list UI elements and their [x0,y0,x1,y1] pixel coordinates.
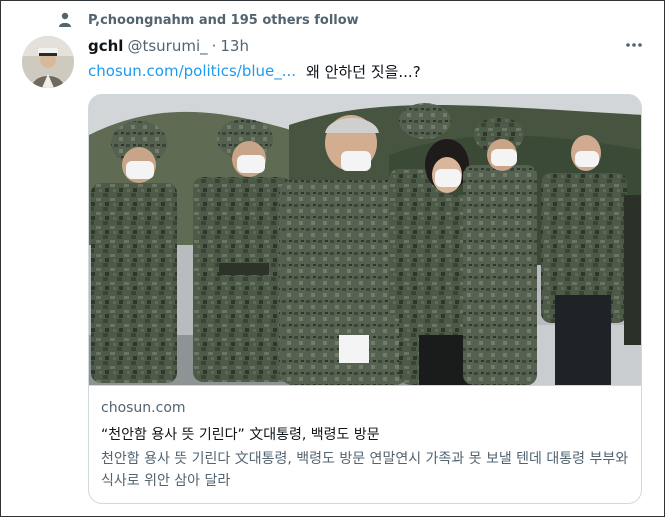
avatar-image [22,36,74,88]
display-name[interactable]: gchl [88,37,123,55]
separator-dot: · [211,37,217,55]
tweet-text: chosun.com/politics/blue_... 왜 안하던 짓을...… [88,60,421,82]
tweet-link[interactable]: chosun.com/politics/blue_... [88,62,296,80]
tweet-header: gchl @tsurumi_ · 13h [88,36,249,56]
card-title: “천안함 용사 뜻 기린다” 文대통령, 백령도 방문 [101,427,380,443]
social-context-text: P,choongnahm and 195 others follow [88,12,359,28]
avatar[interactable] [22,36,74,88]
link-card[interactable]: chosun.com “천안함 용사 뜻 기린다” 文대통령, 백령도 방문 천… [88,94,642,504]
card-description: 천안함 용사 뜻 기린다 文대통령, 백령도 방문 연말연시 가족과 못 보낼 … [101,451,629,489]
user-handle[interactable]: @tsurumi_ [127,37,207,55]
social-context[interactable]: P,choongnahm and 195 others follow [58,10,359,30]
card-meta: chosun.com “천안함 용사 뜻 기린다” 文대통령, 백령도 방문 천… [89,385,641,503]
card-image[interactable] [89,95,642,385]
tweet-timestamp[interactable]: 13h [220,37,249,55]
more-options-button[interactable] [622,34,646,56]
person-icon [59,12,71,27]
more-horizontal-icon [626,43,642,47]
card-domain: chosun.com [101,400,186,416]
tweet-body: 왜 안하던 짓을...? [306,62,421,81]
